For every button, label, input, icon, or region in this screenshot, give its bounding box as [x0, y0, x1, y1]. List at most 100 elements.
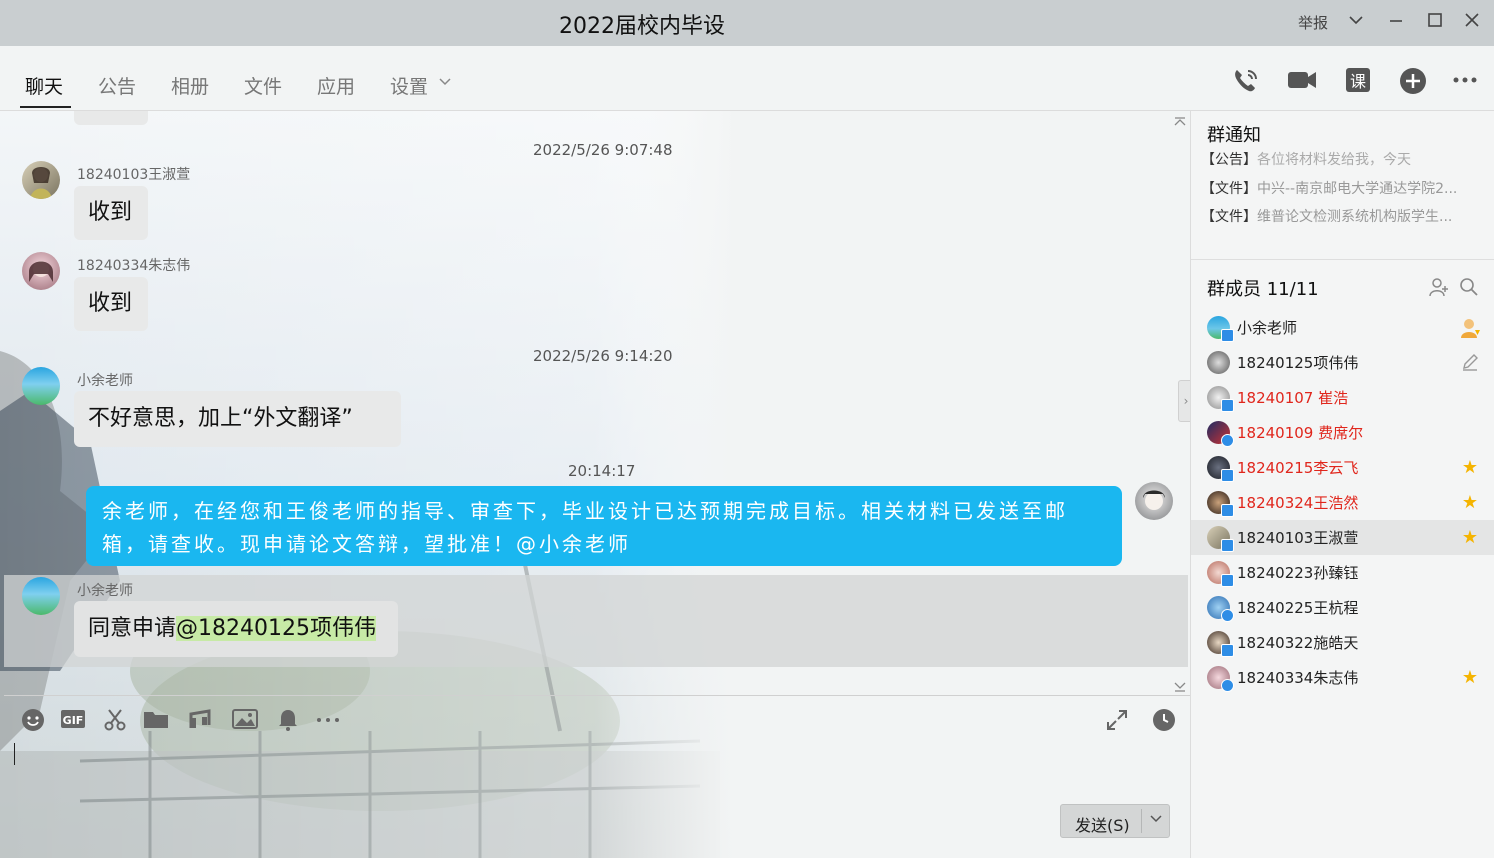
message-bubble[interactable]: 不好意思，加上“外文翻译” [74, 391, 401, 447]
tab-album[interactable]: 相册 [171, 72, 209, 99]
scroll-up-icon[interactable] [1173, 112, 1187, 131]
notice-item[interactable]: 【公告】各位将材料发给我，今天 [1201, 149, 1486, 169]
scissors-icon[interactable] [102, 708, 128, 732]
member-name: 18240103王淑萱 [1237, 529, 1359, 547]
sender-name: 18240334朱志伟 [77, 258, 191, 274]
expand-icon[interactable] [1104, 708, 1130, 732]
minimize-icon[interactable] [1385, 12, 1407, 32]
member-row[interactable]: 18240334朱志伟 ★ [1191, 660, 1494, 695]
notice-text: 维普论文检测系统机构版学生... [1257, 209, 1453, 225]
text-input-caret[interactable] [14, 743, 15, 765]
mention-tag[interactable]: @18240125项伟伟 [176, 616, 376, 641]
member-row[interactable]: 18240107 崔浩 [1191, 380, 1494, 415]
member-row[interactable]: 小余老师 [1191, 310, 1494, 345]
member-row[interactable]: 18240324王浩然 ★ [1191, 485, 1494, 520]
image-icon[interactable] [232, 708, 258, 732]
tab-chat[interactable]: 聊天 [25, 72, 63, 99]
member-name: 18240107 崔浩 [1237, 389, 1349, 407]
my-message-line: 箱，请查收。现申请论文答辩，望批准！@小余老师 [102, 532, 631, 556]
input-divider [4, 695, 1190, 696]
history-clock-icon[interactable] [1151, 708, 1177, 732]
member-row[interactable]: 18240125项伟伟 [1191, 345, 1494, 380]
report-button[interactable]: 举报 [1298, 12, 1328, 33]
device-badge-icon [1221, 679, 1234, 692]
member-row-selected[interactable]: 18240103王淑萱 ★ [1191, 520, 1494, 555]
device-badge-icon [1221, 329, 1234, 342]
my-avatar[interactable] [1135, 482, 1173, 520]
star-icon: ★ [1461, 457, 1479, 478]
member-name: 18240109 费席尔 [1237, 424, 1364, 442]
more-tools-icon[interactable] [315, 708, 341, 732]
tab-bar: 聊天 公告 相册 文件 应用 设置 课 [0, 46, 1494, 111]
member-row[interactable]: 18240322施皓天 [1191, 625, 1494, 660]
message-text: 同意申请 [88, 616, 177, 641]
notice-tag: 【公告】 [1201, 152, 1257, 168]
member-name: 小余老师 [1237, 319, 1298, 337]
device-badge-icon [1221, 469, 1234, 482]
svg-text:课: 课 [1350, 72, 1366, 91]
music-icon[interactable] [187, 708, 213, 732]
star-icon: ★ [1461, 527, 1479, 548]
group-owner-icon [1459, 317, 1481, 339]
title-bar: 2022届校内毕设 举报 [0, 0, 1494, 46]
notice-item[interactable]: 【文件】中兴--南京邮电大学通达学院2... [1201, 178, 1486, 198]
message-bubble[interactable]: 同意申请@18240125项伟伟 [74, 601, 398, 657]
send-label: 发送(S) [1075, 816, 1130, 835]
notice-item[interactable]: 【文件】维普论文检测系统机构版学生... [1201, 206, 1486, 226]
close-icon[interactable] [1461, 12, 1483, 32]
gif-icon[interactable]: GIF [60, 708, 86, 732]
send-separator [1141, 809, 1142, 833]
avatar[interactable] [22, 252, 60, 290]
star-icon: ★ [1461, 667, 1479, 688]
window-title: 2022届校内毕设 [559, 14, 725, 39]
chevron-down-icon[interactable] [1345, 12, 1367, 32]
video-call-icon[interactable] [1286, 66, 1316, 94]
folder-icon[interactable] [143, 708, 169, 732]
device-badge-icon [1221, 399, 1234, 412]
member-row[interactable]: 18240223孙臻钰 [1191, 555, 1494, 590]
message-bubble[interactable]: 收到 [74, 186, 148, 240]
add-circle-icon[interactable] [1398, 66, 1428, 94]
notice-text: 各位将材料发给我，今天 [1257, 152, 1411, 168]
search-member-icon[interactable] [1459, 277, 1479, 301]
send-button[interactable]: 发送(S) [1060, 804, 1170, 838]
tab-apps[interactable]: 应用 [317, 72, 355, 99]
member-name: 18240324王浩然 [1237, 494, 1359, 512]
device-badge-icon [1221, 504, 1234, 517]
more-icon[interactable] [1450, 66, 1480, 94]
tab-settings[interactable]: 设置 [390, 72, 428, 99]
voice-call-icon[interactable] [1231, 66, 1261, 94]
avatar[interactable] [22, 161, 60, 199]
member-name: 18240223孙臻钰 [1237, 564, 1359, 582]
emoji-icon[interactable] [20, 708, 46, 732]
avatar[interactable] [22, 577, 60, 615]
member-row[interactable]: 18240109 费席尔 [1191, 415, 1494, 450]
device-badge-icon [1221, 574, 1234, 587]
maximize-icon[interactable] [1424, 12, 1446, 32]
bell-icon[interactable] [275, 708, 301, 732]
timestamp: 2022/5/26 9:14:20 [533, 347, 673, 365]
timestamp: 2022/5/26 9:07:48 [533, 141, 673, 159]
panel-divider [1191, 259, 1494, 260]
notice-tag: 【文件】 [1201, 181, 1257, 197]
my-message-bubble[interactable]: 余老师，在经您和王俊老师的指导、审查下，毕业设计已达预期完成目标。相关材料已发送… [86, 486, 1122, 566]
avatar[interactable] [22, 367, 60, 405]
send-options-chevron-icon[interactable] [1145, 811, 1167, 829]
message-bubble-partial [74, 111, 148, 125]
member-row[interactable]: 18240215李云飞 ★ [1191, 450, 1494, 485]
edit-icon[interactable] [1459, 352, 1481, 374]
member-name: 18240322施皓天 [1237, 634, 1359, 652]
class-icon[interactable]: 课 [1343, 66, 1373, 94]
add-member-icon[interactable] [1429, 277, 1449, 301]
background-image [0, 111, 1190, 858]
notice-tag: 【文件】 [1201, 209, 1257, 225]
message-bubble[interactable]: 收到 [74, 277, 148, 331]
svg-text:GIF: GIF [63, 714, 84, 727]
tab-announcement[interactable]: 公告 [98, 72, 136, 99]
active-tab-indicator [20, 106, 71, 108]
device-badge-icon [1221, 434, 1234, 447]
settings-chevron-icon[interactable] [438, 74, 452, 92]
right-panel: 群通知 【公告】各位将材料发给我，今天 【文件】中兴--南京邮电大学通达学院2.… [1190, 111, 1494, 858]
member-row[interactable]: 18240225王杭程 [1191, 590, 1494, 625]
tab-files[interactable]: 文件 [244, 72, 282, 99]
